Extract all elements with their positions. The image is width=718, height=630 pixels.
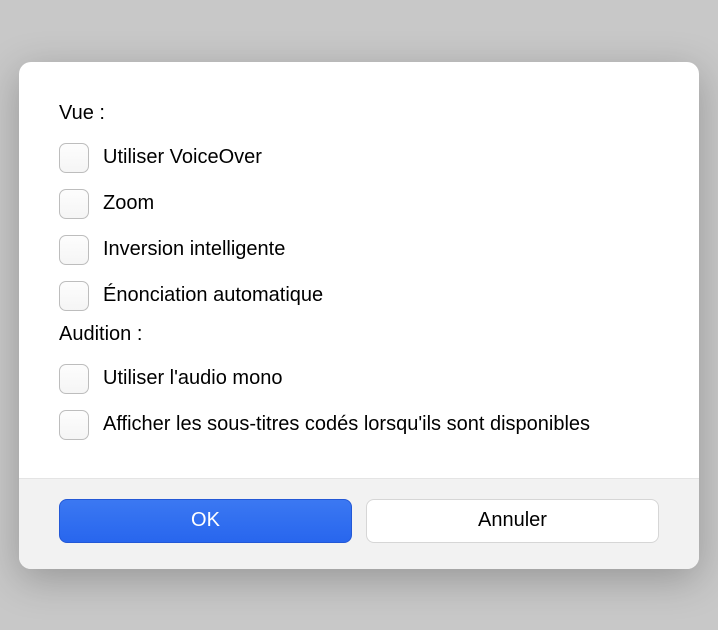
checkbox-closed-captions[interactable] xyxy=(59,410,89,440)
label-mono-audio: Utiliser l'audio mono xyxy=(103,367,282,390)
option-zoom: Zoom xyxy=(59,181,659,227)
option-voiceover: Utiliser VoiceOver xyxy=(59,135,659,181)
option-closed-captions: Afficher les sous-titres codés lorsqu'il… xyxy=(59,402,659,448)
label-voiceover: Utiliser VoiceOver xyxy=(103,146,262,169)
vision-section-label: Vue : xyxy=(59,102,659,125)
hearing-section-label: Audition : xyxy=(59,323,659,346)
checkbox-auto-speak[interactable] xyxy=(59,281,89,311)
label-auto-speak: Énonciation automatique xyxy=(103,284,323,307)
label-closed-captions: Afficher les sous-titres codés lorsqu'il… xyxy=(103,413,590,436)
label-smart-invert: Inversion intelligente xyxy=(103,238,285,261)
cancel-button[interactable]: Annuler xyxy=(366,499,659,543)
dialog-footer: OK Annuler xyxy=(19,478,699,569)
accessibility-dialog: Vue : Utiliser VoiceOver Zoom Inversion … xyxy=(19,62,699,569)
option-smart-invert: Inversion intelligente xyxy=(59,227,659,273)
label-zoom: Zoom xyxy=(103,192,154,215)
ok-button[interactable]: OK xyxy=(59,499,352,543)
option-mono-audio: Utiliser l'audio mono xyxy=(59,356,659,402)
option-auto-speak: Énonciation automatique xyxy=(59,273,659,319)
checkbox-mono-audio[interactable] xyxy=(59,364,89,394)
checkbox-zoom[interactable] xyxy=(59,189,89,219)
checkbox-smart-invert[interactable] xyxy=(59,235,89,265)
checkbox-voiceover[interactable] xyxy=(59,143,89,173)
dialog-content: Vue : Utiliser VoiceOver Zoom Inversion … xyxy=(19,62,699,478)
